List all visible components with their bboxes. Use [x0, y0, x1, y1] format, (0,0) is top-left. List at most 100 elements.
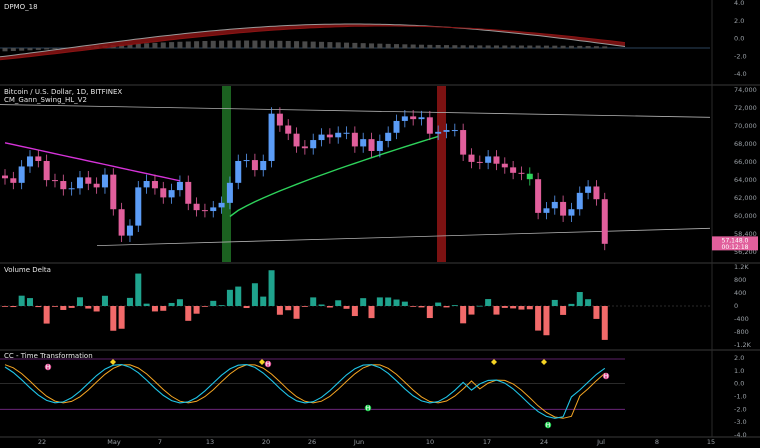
dpmo-histogram-bar: [493, 45, 499, 49]
volume-delta-bar: [251, 283, 258, 306]
x-axis-tick-label: 17: [483, 438, 491, 446]
chart-canvas[interactable]: 4.0 2.0 0.0 -2.0 -4.0 74,000 72,000 70,000 68,00…: [0, 0, 760, 448]
volume-delta-bar: [93, 306, 100, 312]
volume-delta-bar: [451, 305, 458, 306]
volume-delta-bar: [376, 297, 383, 306]
candle-body: [276, 113, 283, 126]
dpmo-histogram-bar: [177, 41, 183, 49]
dpmo-histogram-bar: [352, 42, 358, 49]
dpmo-histogram-bar: [52, 48, 58, 50]
x-axis-tick-label: 7: [158, 438, 162, 446]
dpmo-histogram-bar: [169, 42, 175, 49]
volume-delta-bar: [585, 299, 592, 306]
dpmo-tick-label: 0.0: [734, 35, 744, 43]
time-transform-tick-label: -4.0: [734, 431, 747, 439]
dpmo-histogram-bar: [485, 45, 491, 49]
dpmo-histogram-bar: [394, 44, 400, 49]
upper-trendline: [0, 104, 711, 118]
dpmo-histogram-bar: [452, 45, 458, 49]
volume-delta-bar: [510, 306, 517, 309]
dpmo-histogram-bar: [277, 40, 283, 49]
dpmo-tick-label: 4.0: [734, 0, 744, 7]
volume-delta-bar: [501, 306, 508, 308]
volume-delta-bar: [110, 306, 117, 331]
volume-delta-bar: [368, 306, 375, 319]
last-price-countdown: 00:12:18: [722, 244, 749, 251]
volume-delta-bar: [568, 303, 575, 306]
volume-delta-bar: [335, 300, 342, 306]
dpmo-histogram-bar: [244, 40, 250, 49]
volume-delta-bar: [151, 306, 158, 312]
volume-delta-bar: [35, 306, 42, 308]
candle-body: [193, 203, 200, 211]
candle-body: [418, 117, 425, 120]
dpmo-histogram-bar: [510, 45, 516, 49]
dpmo-histogram-bar: [419, 44, 424, 49]
candle-body: [301, 146, 308, 149]
dpmo-histogram-bar: [435, 44, 441, 49]
candle-body: [326, 134, 333, 138]
dpmo-histogram-bar: [369, 43, 375, 49]
candle-body: [318, 134, 325, 141]
price-tick-label: 60,000: [734, 212, 757, 220]
dpmo-histogram-bar: [19, 48, 25, 51]
x-axis-tick-label: Jul: [596, 438, 605, 446]
dpmo-histogram-bar: [227, 40, 233, 49]
candle-body: [351, 132, 358, 147]
candle-body: [218, 202, 225, 208]
volume-delta-bar: [126, 297, 133, 306]
candle-body: [160, 188, 167, 198]
gann-low-line: [229, 135, 439, 218]
candle-body: [2, 175, 8, 179]
candle-body: [451, 130, 458, 132]
volume-delta-bar: [443, 306, 450, 308]
candle-body: [376, 140, 383, 151]
price-tick-label: 62,000: [734, 194, 757, 202]
tt-diamond-marker: [259, 359, 265, 365]
dpmo-histogram-bar: [310, 41, 316, 49]
volume-delta-bar: [201, 306, 208, 307]
x-axis-tick-label: 20: [262, 438, 270, 446]
dpmo-histogram-bar: [327, 42, 333, 49]
candle-body: [85, 177, 92, 184]
dpmo-histogram-bar: [552, 45, 558, 49]
volume-delta-bar: [526, 306, 533, 310]
volume-delta-bar: [468, 306, 475, 315]
volume-delta-bar: [10, 306, 17, 308]
candle-body: [485, 156, 492, 163]
dpmo-histogram-bar: [185, 41, 191, 49]
dpmo-histogram-bar: [2, 48, 8, 52]
candle-body: [118, 209, 125, 236]
dpmo-histogram-bar: [285, 40, 291, 49]
candle-body: [101, 174, 108, 188]
candle-body: [168, 190, 175, 198]
x-axis-tick-label: 15: [707, 438, 715, 446]
dpmo-histogram-bar: [27, 48, 33, 51]
candle-body: [601, 199, 608, 244]
dpmo-histogram-bar: [335, 42, 341, 49]
candle-body: [526, 173, 533, 180]
candle-body: [468, 154, 475, 162]
candle-body: [201, 210, 208, 212]
tt-diamond-marker: [541, 359, 547, 365]
candle-body: [343, 132, 350, 134]
candle-body: [426, 117, 433, 134]
candle-body: [493, 156, 500, 164]
candle-body: [26, 156, 33, 167]
price-tick-label: 66,000: [734, 158, 757, 166]
candle-body: [293, 133, 300, 147]
dpmo-histogram-bar: [577, 45, 583, 49]
candle-body: [176, 181, 183, 191]
time-transform-tick-label: 2.0: [734, 354, 744, 362]
candle-body: [401, 116, 408, 121]
tt-cyan-line: [4, 364, 606, 419]
volume-delta-bar: [185, 306, 192, 321]
volume-delta-bar: [43, 306, 50, 324]
candle-body: [518, 172, 525, 174]
dpmo-histogram-bar: [219, 40, 225, 49]
price-tick-label: 64,000: [734, 176, 757, 184]
x-axis-tick-label: 26: [308, 438, 316, 446]
price-title: Bitcoin / U.S. Dollar, 1D, BITFINEX: [4, 88, 123, 96]
candle-body: [185, 181, 192, 204]
chart-window[interactable]: 4.0 2.0 0.0 -2.0 -4.0 74,000 72,000 70,000 68,00…: [0, 0, 760, 448]
